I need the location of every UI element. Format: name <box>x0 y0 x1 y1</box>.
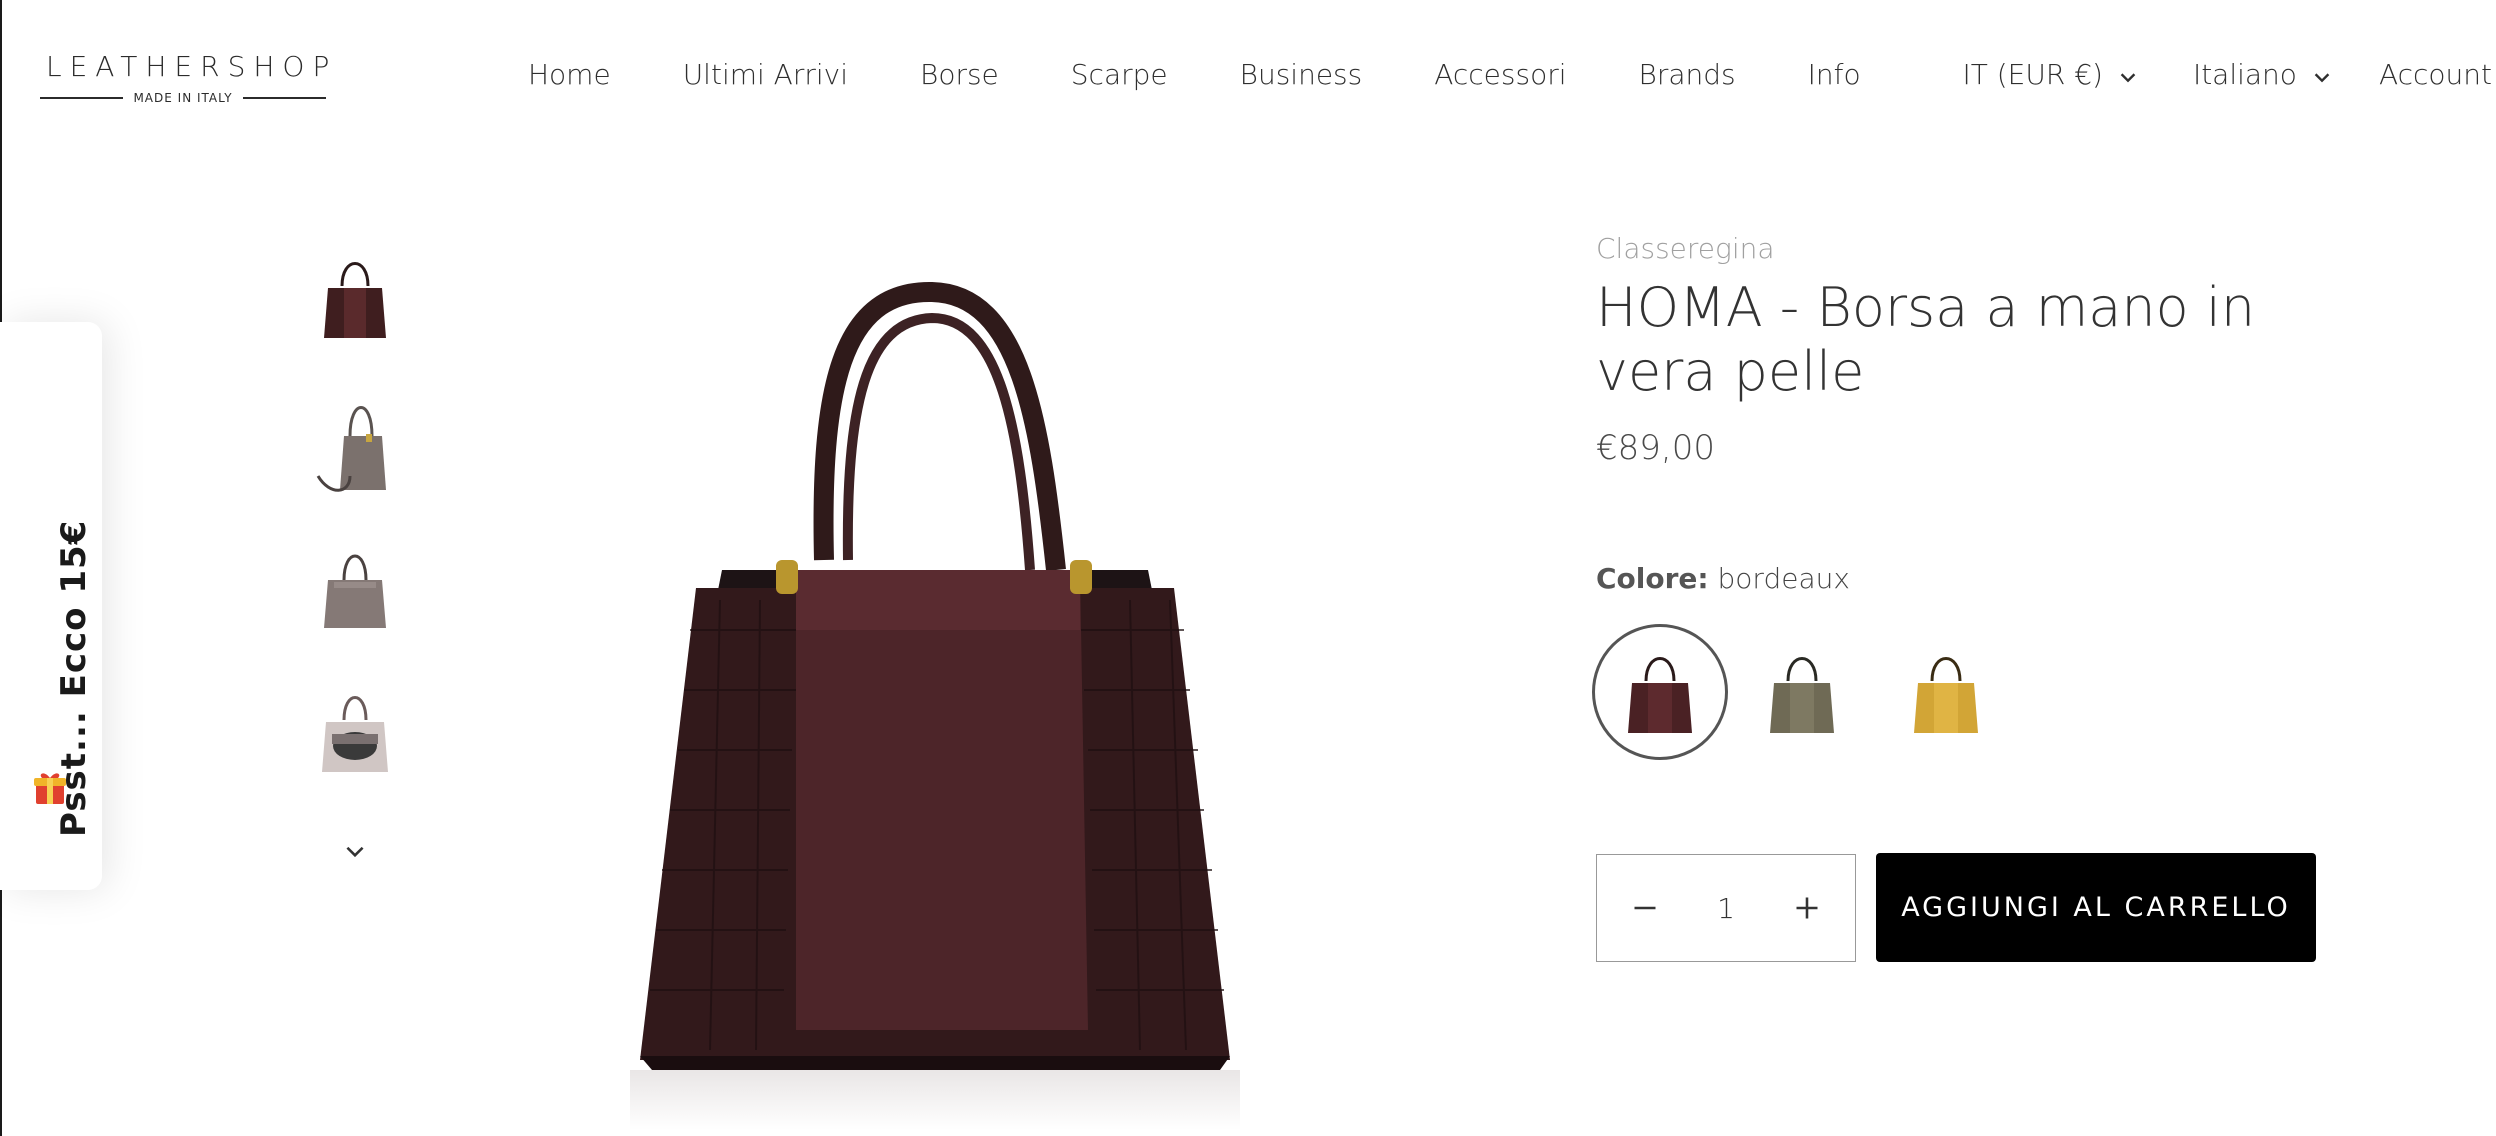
logo-text: LEATHERSHOP <box>46 50 338 83</box>
promo-text: Psst... Ecco 15€ <box>54 519 94 837</box>
currency-selector[interactable]: IT (EUR €) <box>1962 58 2138 91</box>
quantity-input[interactable] <box>1696 891 1756 925</box>
bag-side-grey-strap-icon <box>316 406 386 492</box>
logo-rule-right <box>242 97 327 99</box>
promo-side-tab[interactable]: Psst... Ecco 15€ <box>0 322 102 890</box>
quantity-increase-button[interactable] <box>1789 890 1825 926</box>
color-value: bordeaux <box>1717 562 1850 595</box>
product-price: €89,00 <box>1596 428 1715 468</box>
color-label: Colore: <box>1596 562 1709 595</box>
swatch-mustard[interactable] <box>1878 624 2014 760</box>
thumbnail-3[interactable] <box>310 530 400 640</box>
nav-item-brands[interactable]: Brands <box>1639 58 1736 91</box>
bag-back-grey-icon <box>324 554 386 628</box>
bag-bordeaux-icon <box>1628 657 1692 733</box>
nav-item-home[interactable]: Home <box>528 58 611 91</box>
swatch-green[interactable] <box>1734 624 1870 760</box>
bag-open-interior-icon <box>322 696 388 772</box>
nav-item-scarpe[interactable]: Scarpe <box>1071 58 1168 91</box>
chevron-down-icon[interactable] <box>342 838 368 864</box>
nav-item-borse[interactable]: Borse <box>920 58 999 91</box>
main-nav: Home Ultimi Arrivi Borse Scarpe Business… <box>528 58 1861 91</box>
bag-green-icon <box>1770 657 1834 733</box>
bag-front-burgundy-icon <box>324 262 386 338</box>
logo-rule-left <box>40 97 124 99</box>
thumbnail-2[interactable] <box>310 386 400 496</box>
chevron-down-icon <box>2120 72 2136 82</box>
product-title: HOMA - Borsa a mano in vera pelle <box>1596 276 2256 403</box>
quantity-decrease-button[interactable] <box>1627 890 1663 926</box>
nav-item-business[interactable]: Business <box>1240 58 1363 91</box>
site-logo[interactable]: LEATHERSHOP MADE IN ITALY <box>40 50 338 105</box>
currency-label: IT (EUR €) <box>1962 58 2103 91</box>
product-brand[interactable]: Classeregina <box>1596 232 1775 265</box>
nav-item-accessori[interactable]: Accessori <box>1434 58 1566 91</box>
bag-mustard-icon <box>1914 657 1978 733</box>
logo-subtext: MADE IN ITALY <box>133 91 233 105</box>
swatch-bordeaux[interactable] <box>1592 624 1728 760</box>
header-utilities: IT (EUR €) Italiano Account <box>1962 58 2496 91</box>
main-product-image[interactable] <box>600 270 1270 1136</box>
nav-item-ultimi-arrivi[interactable]: Ultimi Arrivi <box>683 58 848 91</box>
thumbnail-1[interactable] <box>310 242 400 352</box>
language-selector[interactable]: Italiano <box>2193 58 2333 91</box>
logo-subtitle-row: MADE IN ITALY <box>40 91 327 105</box>
chevron-down-icon <box>2314 72 2330 82</box>
language-label: Italiano <box>2192 58 2297 91</box>
thumbnail-4[interactable] <box>310 672 400 782</box>
quantity-stepper <box>1596 854 1856 962</box>
minus-icon <box>1634 906 1656 910</box>
nav-item-info[interactable]: Info <box>1808 58 1861 91</box>
product-page: LEATHERSHOP MADE IN ITALY Home Ultimi Ar… <box>0 0 2496 1136</box>
account-link[interactable]: Account <box>2379 58 2492 91</box>
color-selector-label: Colore: bordeaux <box>1596 562 1850 595</box>
plus-icon <box>1796 897 1818 919</box>
add-to-cart-button[interactable]: AGGIUNGI AL CARRELLO <box>1876 853 2316 962</box>
